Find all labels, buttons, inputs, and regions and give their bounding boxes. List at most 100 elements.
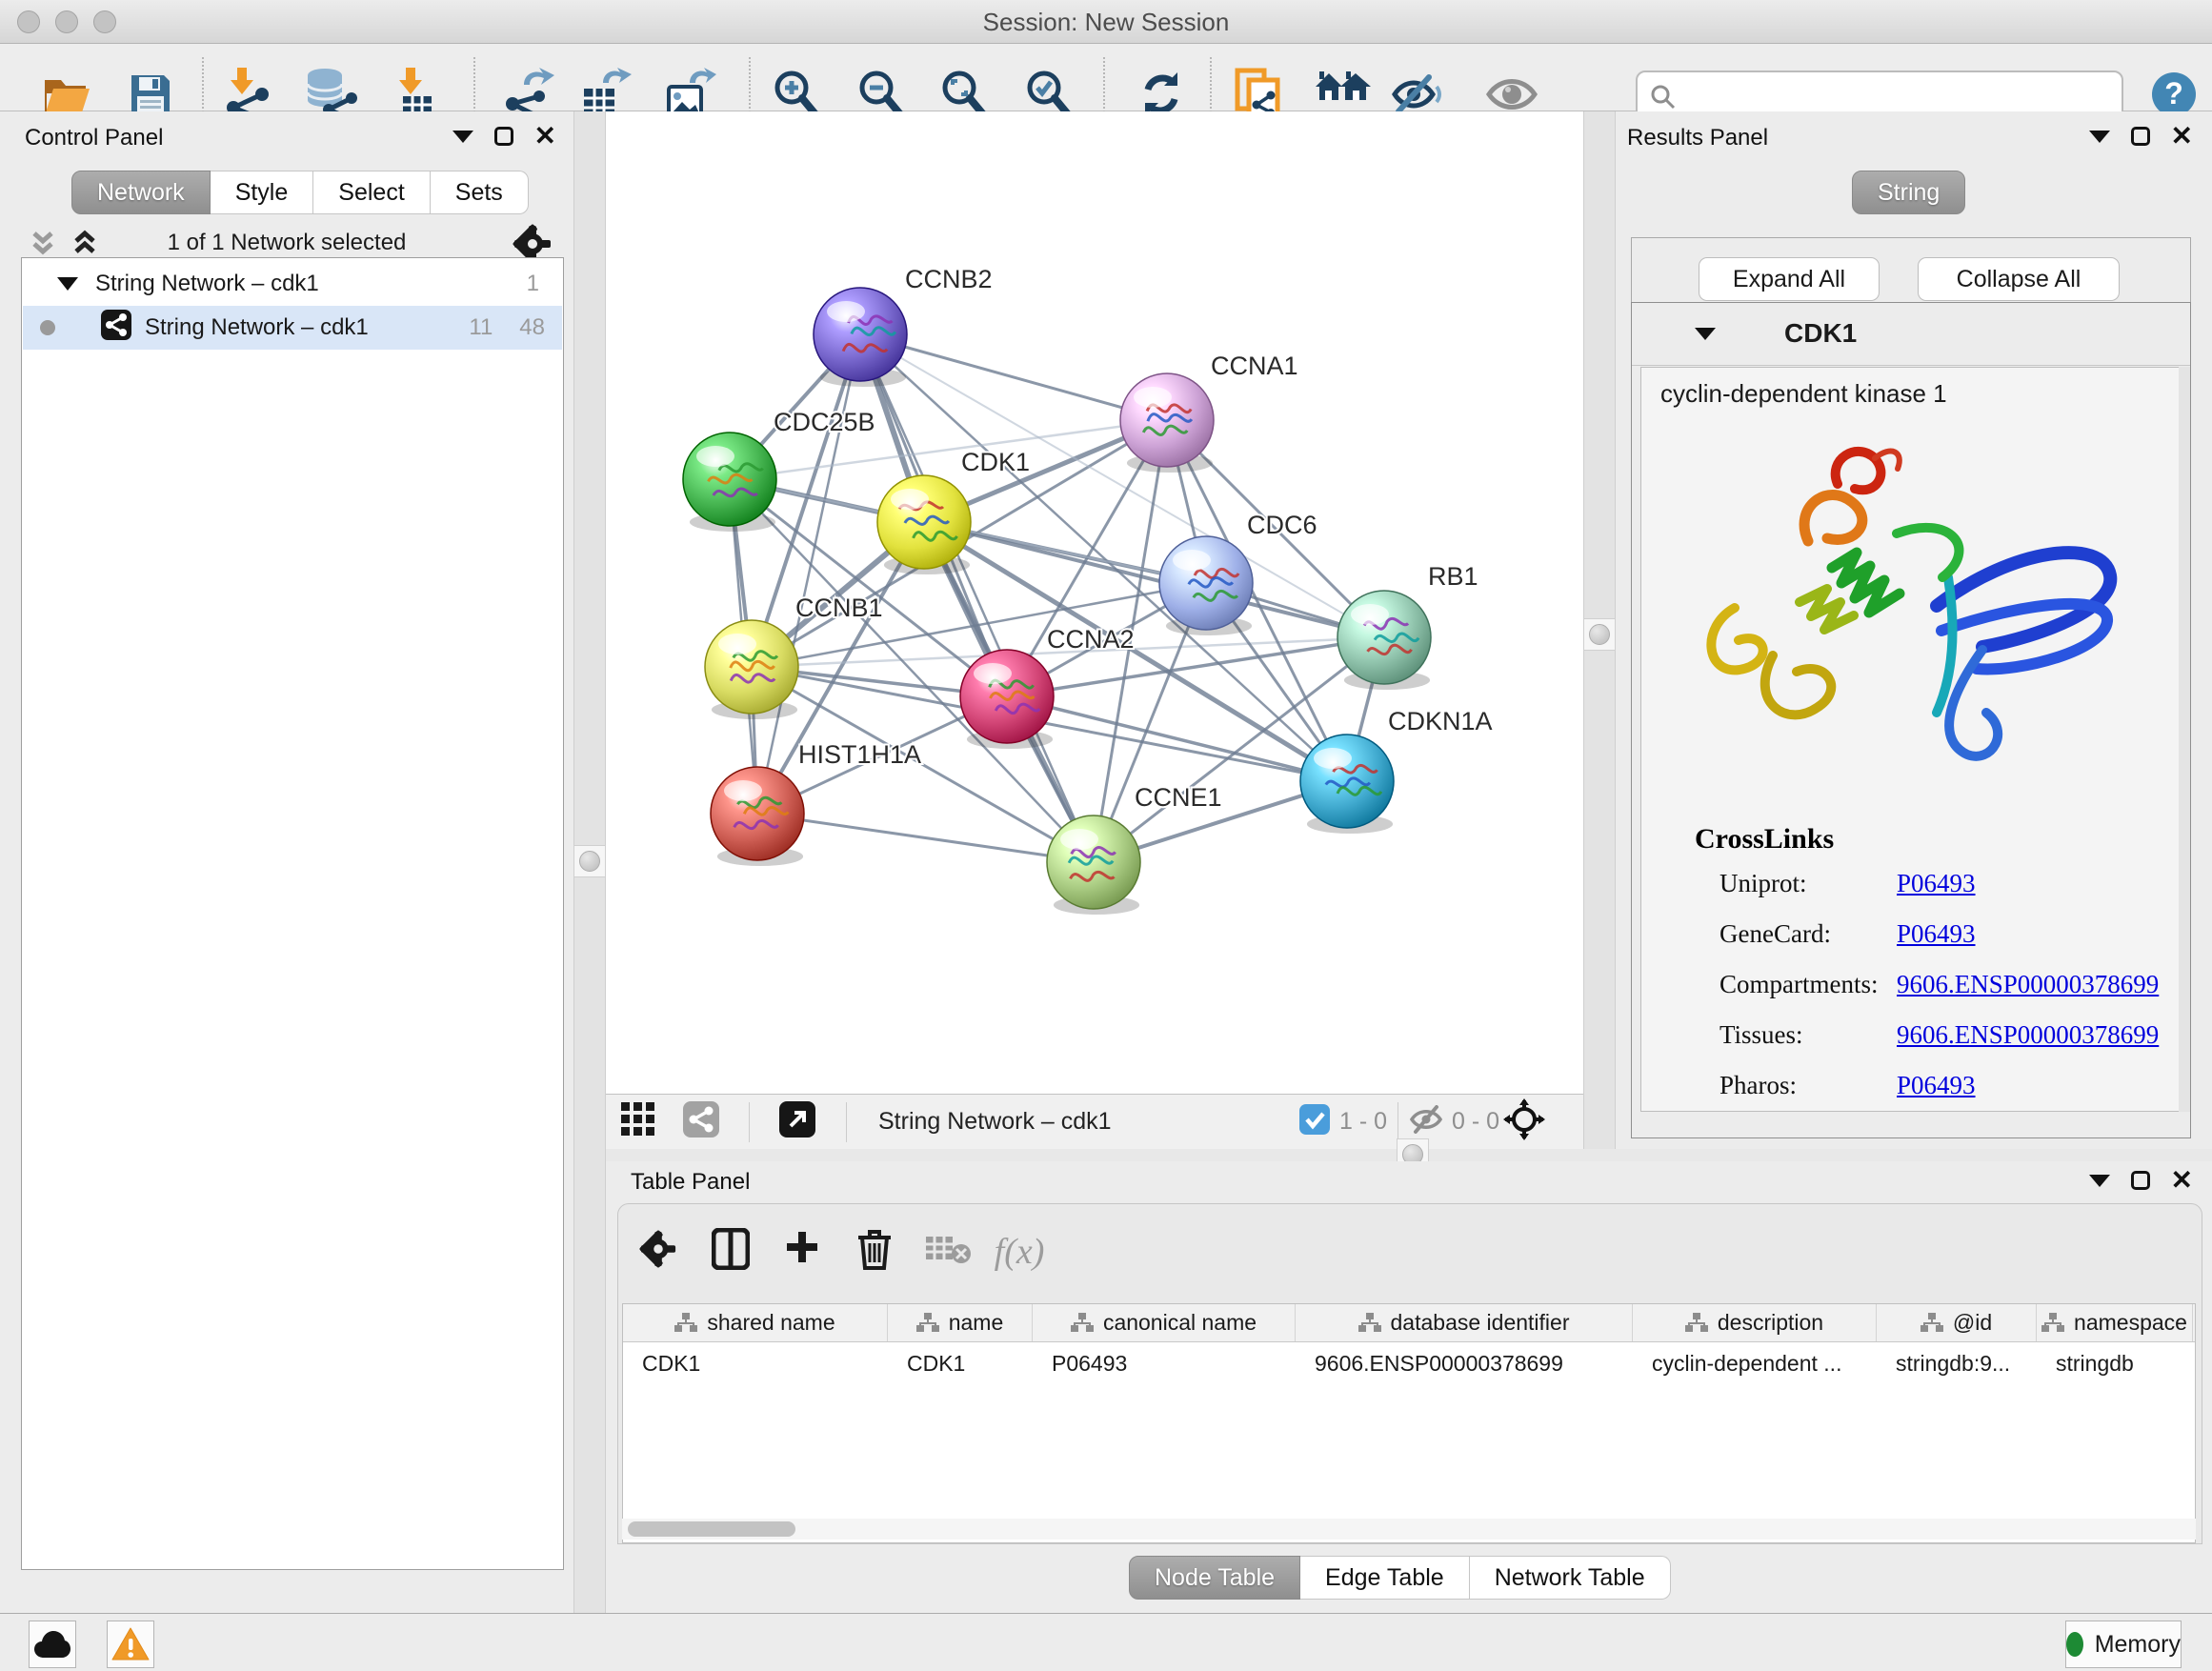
add-column-icon[interactable] bbox=[783, 1230, 821, 1274]
section-expander-icon[interactable] bbox=[1695, 328, 1716, 340]
network-edge[interactable] bbox=[757, 814, 1094, 862]
network-node-cdk1[interactable] bbox=[877, 475, 971, 574]
network-graph[interactable]: CDK1CCNB1CCNB2CCNA1CCNA2CCNE1CDC6CDC25BR… bbox=[606, 111, 1583, 1094]
tab-network-table[interactable]: Network Table bbox=[1470, 1556, 1671, 1600]
table-cell[interactable]: cyclin-dependent ... bbox=[1633, 1342, 1877, 1384]
network-node-ccne1[interactable] bbox=[1047, 815, 1140, 915]
results-scrollbar[interactable] bbox=[2179, 367, 2190, 1112]
delete-table-icon[interactable] bbox=[926, 1233, 972, 1271]
network-edge[interactable] bbox=[924, 522, 1384, 637]
panel-float-icon[interactable] bbox=[2131, 1171, 2150, 1190]
table-hscrollbar[interactable] bbox=[622, 1519, 2196, 1540]
table-row[interactable]: CDK1CDK1P064939606.ENSP00000378699cyclin… bbox=[623, 1342, 2195, 1384]
network-node-ccnb2[interactable] bbox=[814, 288, 907, 387]
node-label-rb1: RB1 bbox=[1428, 562, 1478, 591]
network-node-ccnb1[interactable] bbox=[705, 620, 798, 719]
panel-float-icon[interactable] bbox=[494, 127, 513, 146]
panel-menu-icon[interactable] bbox=[2089, 1175, 2110, 1187]
table-panel-title: Table Panel bbox=[631, 1169, 750, 1196]
table-cell[interactable]: P06493 bbox=[1033, 1342, 1296, 1384]
table-column-header[interactable]: description bbox=[1633, 1304, 1877, 1341]
toolbar-separator bbox=[1210, 57, 1212, 112]
network-node-ccna1[interactable] bbox=[1120, 373, 1214, 473]
network-view-footer: String Network – cdk1 1 - 0 0 - 0 bbox=[606, 1094, 1583, 1149]
network-node-rb1[interactable] bbox=[1337, 591, 1431, 690]
memory-button[interactable]: Memory bbox=[2065, 1621, 2182, 1668]
collection-label: String Network – cdk1 bbox=[95, 271, 319, 297]
birdseye-grid-icon[interactable] bbox=[621, 1102, 655, 1142]
table-column-header[interactable]: canonical name bbox=[1033, 1304, 1296, 1341]
panel-menu-icon[interactable] bbox=[452, 131, 473, 143]
crosslink-link[interactable]: 9606.ENSP00000378699 bbox=[1897, 970, 2159, 999]
network-edge[interactable] bbox=[860, 334, 1094, 862]
crosslink-link[interactable]: P06493 bbox=[1897, 919, 1976, 949]
node-table[interactable]: shared name name canonical namedatabase id… bbox=[622, 1303, 2196, 1543]
selected-node-edge-counts: 1 - 0 bbox=[1339, 1108, 1387, 1136]
crosslink-link[interactable]: P06493 bbox=[1897, 869, 1976, 898]
network-node-cdc25b[interactable] bbox=[683, 433, 776, 532]
table-column-header[interactable]: database identifier bbox=[1296, 1304, 1633, 1341]
splitter-grip[interactable] bbox=[1583, 618, 1616, 651]
crosslink-link[interactable]: 9606.ENSP00000378699 bbox=[1897, 1020, 2159, 1050]
crosslink-row: Compartments: 9606.ENSP00000378699 bbox=[1719, 970, 2182, 999]
panel-menu-icon[interactable] bbox=[2089, 131, 2110, 143]
hidden-eye-slash-icon[interactable] bbox=[1409, 1105, 1443, 1139]
table-cell[interactable]: CDK1 bbox=[623, 1342, 888, 1384]
selected-checkbox-icon[interactable] bbox=[1299, 1104, 1330, 1140]
vertical-splitter-right[interactable] bbox=[1583, 111, 1616, 1149]
warnings-button[interactable] bbox=[107, 1621, 154, 1668]
collapse-all-button[interactable]: Collapse All bbox=[1918, 257, 2120, 301]
expand-all-button[interactable]: Expand All bbox=[1699, 257, 1880, 301]
table-cell[interactable]: stringdb:9... bbox=[1877, 1342, 2037, 1384]
table-cell[interactable]: stringdb bbox=[2037, 1342, 2193, 1384]
select-columns-icon[interactable] bbox=[712, 1228, 750, 1276]
panel-float-icon[interactable] bbox=[2131, 127, 2150, 146]
tab-string-results[interactable]: String bbox=[1852, 171, 1965, 214]
vertical-splitter-left[interactable] bbox=[573, 111, 606, 1613]
tab-edge-table[interactable]: Edge Table bbox=[1300, 1556, 1470, 1600]
column-title: name bbox=[949, 1310, 1004, 1336]
network-node-cdkn1a[interactable] bbox=[1300, 735, 1394, 834]
tab-network[interactable]: Network bbox=[71, 171, 211, 214]
birdseye-nav-icon[interactable] bbox=[1503, 1098, 1545, 1146]
network-edge-count: 48 bbox=[519, 314, 545, 341]
panel-close-icon[interactable]: ✕ bbox=[534, 127, 556, 146]
tab-node-table[interactable]: Node Table bbox=[1129, 1556, 1300, 1600]
open-in-window-icon[interactable] bbox=[779, 1101, 815, 1143]
collection-expander-icon[interactable] bbox=[57, 277, 78, 291]
table-options-gear-icon[interactable] bbox=[639, 1230, 677, 1274]
table-column-header[interactable]: name bbox=[888, 1304, 1033, 1341]
node-section-header[interactable]: CDK1 bbox=[1632, 303, 2190, 366]
table-cell[interactable]: 9606.ENSP00000378699 bbox=[1296, 1342, 1633, 1384]
tab-select[interactable]: Select bbox=[313, 171, 430, 214]
panel-close-icon[interactable]: ✕ bbox=[2171, 1171, 2193, 1190]
function-builder-icon[interactable]: f(x) bbox=[995, 1231, 1045, 1273]
tab-sets[interactable]: Sets bbox=[431, 171, 529, 214]
delete-column-icon[interactable] bbox=[856, 1228, 893, 1276]
network-node-ccna2[interactable] bbox=[960, 650, 1054, 749]
table-column-header[interactable]: namespace bbox=[2037, 1304, 2193, 1341]
node-label-ccnb2: CCNB2 bbox=[905, 265, 993, 293]
crosslink-link[interactable]: P06493 bbox=[1897, 1071, 1976, 1100]
network-node-cdc6[interactable] bbox=[1159, 536, 1253, 635]
panel-close-icon[interactable]: ✕ bbox=[2171, 127, 2193, 146]
splitter-grip[interactable] bbox=[573, 845, 606, 877]
control-panel-title: Control Panel bbox=[25, 125, 163, 151]
node-label-hist1h1a: HIST1H1A bbox=[798, 740, 921, 769]
memory-label: Memory bbox=[2095, 1631, 2181, 1659]
network-row-selected[interactable]: String Network – cdk1 11 48 bbox=[23, 306, 562, 350]
network-collection-row[interactable]: String Network – cdk1 1 bbox=[23, 262, 562, 306]
network-canvas[interactable]: CDK1CCNB1CCNB2CCNA1CCNA2CCNE1CDC6CDC25BR… bbox=[606, 111, 1583, 1149]
table-column-header[interactable]: shared name bbox=[623, 1304, 888, 1341]
table-cell[interactable]: CDK1 bbox=[888, 1342, 1033, 1384]
string-network-badge-icon[interactable] bbox=[683, 1101, 719, 1143]
table-column-header[interactable]: @id bbox=[1877, 1304, 2037, 1341]
column-title: description bbox=[1718, 1310, 1823, 1336]
table-hscrollbar-thumb[interactable] bbox=[628, 1521, 795, 1537]
cloud-status-button[interactable] bbox=[29, 1621, 76, 1668]
network-node-hist1h1a[interactable] bbox=[711, 767, 804, 866]
crosslinks-title: CrossLinks bbox=[1695, 823, 1834, 856]
tab-style[interactable]: Style bbox=[211, 171, 314, 214]
main-toolbar: ? bbox=[0, 44, 2212, 111]
horizontal-splitter[interactable] bbox=[606, 1149, 2212, 1161]
